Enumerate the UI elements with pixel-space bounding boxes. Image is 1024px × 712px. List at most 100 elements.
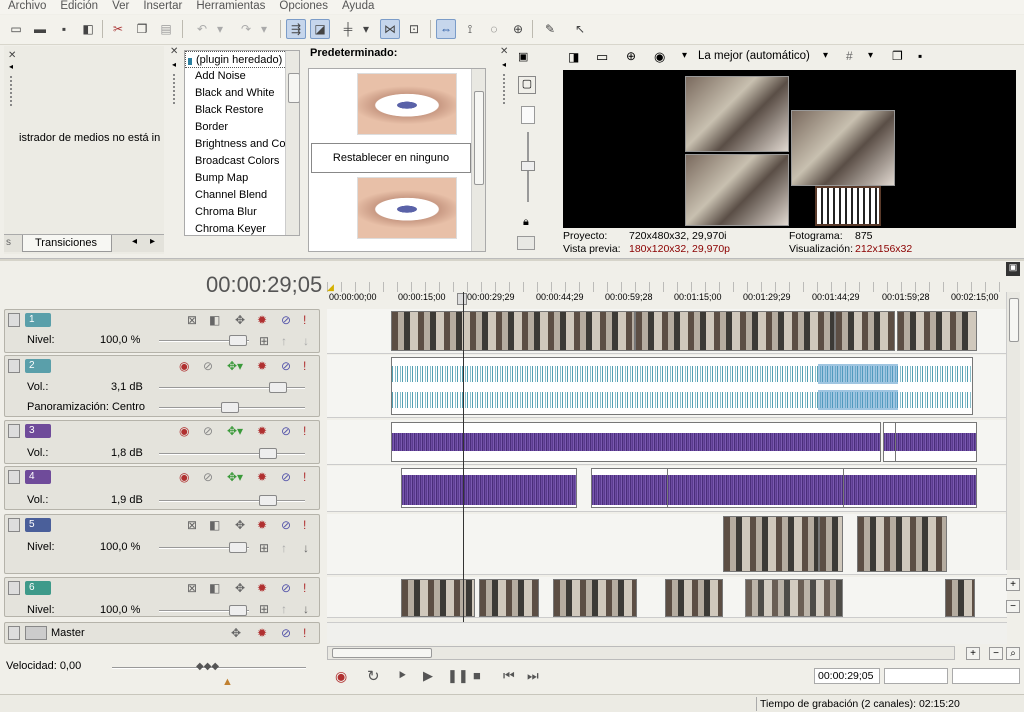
auto-ripple-icon[interactable]: ◪ (310, 19, 330, 39)
fx-gear-icon[interactable]: ✹ (257, 626, 267, 640)
preset-scrollbar[interactable] (471, 69, 485, 251)
level-slider[interactable] (159, 335, 249, 346)
track-fx-icon[interactable]: ✥ (235, 581, 245, 595)
whats-this-icon[interactable]: ↖ (570, 19, 590, 39)
track-motion-icon[interactable]: ◧ (209, 518, 220, 532)
normal-edit-tool-icon[interactable]: ⇔ (436, 19, 456, 39)
level-slider[interactable] (159, 542, 249, 553)
video-event[interactable] (553, 579, 637, 617)
solo-icon[interactable]: ! (303, 470, 306, 484)
track-header[interactable]: 4 ◉ ⊘ ✥▾ ✹ ⊘ ! Vol.: 1,9 dB (4, 466, 320, 510)
stop-icon[interactable]: ■ (473, 668, 481, 683)
timeline-vertical-scrollbar[interactable] (1006, 292, 1020, 570)
video-event[interactable] (819, 516, 843, 572)
master-bus-header[interactable]: Master ✥ ✹ ⊘ ! (4, 622, 320, 644)
volume-slider[interactable] (159, 448, 305, 459)
track-fx-icon[interactable]: ✥▾ (227, 359, 243, 373)
invert-phase-icon[interactable]: ⊘ (203, 424, 213, 438)
preview-grip-icon[interactable] (503, 74, 506, 104)
redo-dropdown-icon[interactable]: ▾ (258, 19, 270, 39)
zoom-tool-icon[interactable]: ⌕ (1006, 647, 1020, 660)
quality-select[interactable]: La mejor (automático) (698, 50, 810, 62)
track-header[interactable]: 2 ◉ ⊘ ✥▾ ✹ ⊘ ! Vol.: 3,1 dB Panoramizaci… (4, 355, 320, 417)
copy-snapshot-icon[interactable]: ❐ (892, 49, 903, 63)
fx-item[interactable]: (plugin heredado) (185, 51, 299, 68)
preset-thumbnail[interactable] (357, 177, 457, 239)
new-file-icon[interactable]: ▭ (6, 19, 26, 39)
track-lane[interactable] (327, 420, 1007, 465)
preset-thumbnail[interactable] (357, 73, 457, 135)
fx-item[interactable]: Add Noise (185, 68, 299, 85)
track-minimize-icon[interactable] (8, 518, 20, 532)
safe-area-icon[interactable]: ▢ (518, 76, 536, 94)
track-motion-icon[interactable]: ◧ (209, 581, 220, 595)
track-header[interactable]: 5 ⊠ ◧ ✥ ✹ ⊘ ! Nivel: 100,0 % ⊞ ↑ ↓ (4, 514, 320, 574)
compositing-icon[interactable]: ⊞ (259, 541, 269, 555)
solo-icon[interactable]: ! (303, 518, 306, 532)
tab-transiciones[interactable]: Transiciones (22, 235, 112, 252)
compositing-icon[interactable]: ⊞ (259, 334, 269, 348)
track-lane[interactable] (327, 309, 1007, 354)
record-arm-icon[interactable]: ◉ (179, 470, 189, 484)
zoom-tool-icon[interactable]: ⊕ (508, 19, 528, 39)
fx-pin-icon[interactable]: ◂ (172, 60, 176, 69)
solo-icon[interactable]: ! (303, 626, 306, 640)
save-icon[interactable]: ▪ (54, 19, 74, 39)
menu-insertar[interactable]: Insertar (143, 0, 182, 14)
fx-item[interactable]: Brightness and Co (185, 136, 299, 153)
fx-gear-icon[interactable]: ✹ (257, 518, 267, 532)
video-event[interactable] (945, 579, 975, 617)
ripple-mode-icon[interactable]: ╪ (338, 19, 358, 39)
composite-mode-icon[interactable]: ⊠ (187, 581, 197, 595)
tab-scroll-right-icon[interactable]: ▸ (150, 236, 155, 247)
tab-s[interactable]: s (6, 237, 18, 251)
video-event[interactable] (723, 516, 819, 572)
fx-item[interactable]: Bump Map (185, 170, 299, 187)
lock-icon[interactable]: 🔒︎ (523, 216, 529, 229)
track-zoom-in-icon[interactable]: + (1006, 578, 1020, 591)
track-minimize-icon[interactable] (8, 424, 20, 438)
compositing-icon[interactable]: ⊞ (259, 602, 269, 616)
audio-event[interactable] (591, 468, 671, 508)
mute-icon[interactable]: ⊘ (281, 359, 291, 373)
parent-up-icon[interactable]: ↑ (281, 541, 287, 555)
ripple-dropdown-icon[interactable]: ▾ (360, 19, 372, 39)
track-header[interactable]: 3 ◉ ⊘ ✥▾ ✹ ⊘ ! Vol.: 1,8 dB (4, 420, 320, 464)
render-icon[interactable]: ✎ (540, 19, 560, 39)
pan-slider[interactable] (159, 402, 305, 413)
track-minimize-icon[interactable] (8, 313, 20, 327)
parent-up-icon[interactable]: ↑ (281, 602, 287, 616)
track-minimize-icon[interactable] (8, 626, 20, 640)
audio-event[interactable] (391, 422, 881, 462)
paste-icon[interactable]: ▤ (156, 19, 176, 39)
marker-toggle-icon[interactable]: ▣ (1006, 262, 1020, 276)
mute-icon[interactable]: ⊘ (281, 626, 291, 640)
fx-grip-icon[interactable] (173, 74, 176, 104)
track-lane[interactable] (327, 577, 1007, 618)
loop-marker-icon[interactable]: ◢ (327, 282, 334, 293)
loop-playback-icon[interactable]: ↻ (367, 667, 380, 685)
menu-edicion[interactable]: Edición (60, 0, 98, 14)
grid-icon[interactable]: # (846, 49, 853, 63)
master-fx-icon[interactable]: ✥ (231, 626, 241, 640)
invert-phase-icon[interactable]: ⊘ (203, 470, 213, 484)
auto-crossfade-icon[interactable]: ⋈ (380, 19, 400, 39)
menu-opciones[interactable]: Opciones (279, 0, 328, 14)
pane-splitter[interactable] (0, 258, 1024, 261)
preview-properties-icon[interactable]: ◨ (568, 50, 579, 64)
rate-marker-icon[interactable]: ▲ (222, 676, 233, 688)
fx-item[interactable]: Border (185, 119, 299, 136)
go-to-start-icon[interactable]: ⏮ (503, 668, 515, 684)
fx-chain-icon[interactable]: ⊕ (626, 49, 636, 63)
playhead-handle[interactable] (457, 293, 467, 305)
track-fx-icon[interactable]: ✥▾ (227, 470, 243, 484)
track-header[interactable]: 1 ⊠ ◧ ✥ ✹ ⊘ ! Nivel: 100,0 % ⊞ ↑ ↓ (4, 309, 320, 353)
undo-icon[interactable]: ↶ (192, 19, 212, 39)
video-event[interactable] (479, 579, 539, 617)
quality-dropdown-arrow-icon[interactable]: ▾ (682, 50, 687, 61)
zoom-slider-knob[interactable] (521, 161, 535, 171)
track-lane[interactable] (327, 466, 1007, 512)
undo-dropdown-icon[interactable]: ▾ (214, 19, 226, 39)
menu-herramientas[interactable]: Herramientas (196, 0, 265, 14)
split-screen-icon[interactable]: ▣ (518, 50, 536, 68)
